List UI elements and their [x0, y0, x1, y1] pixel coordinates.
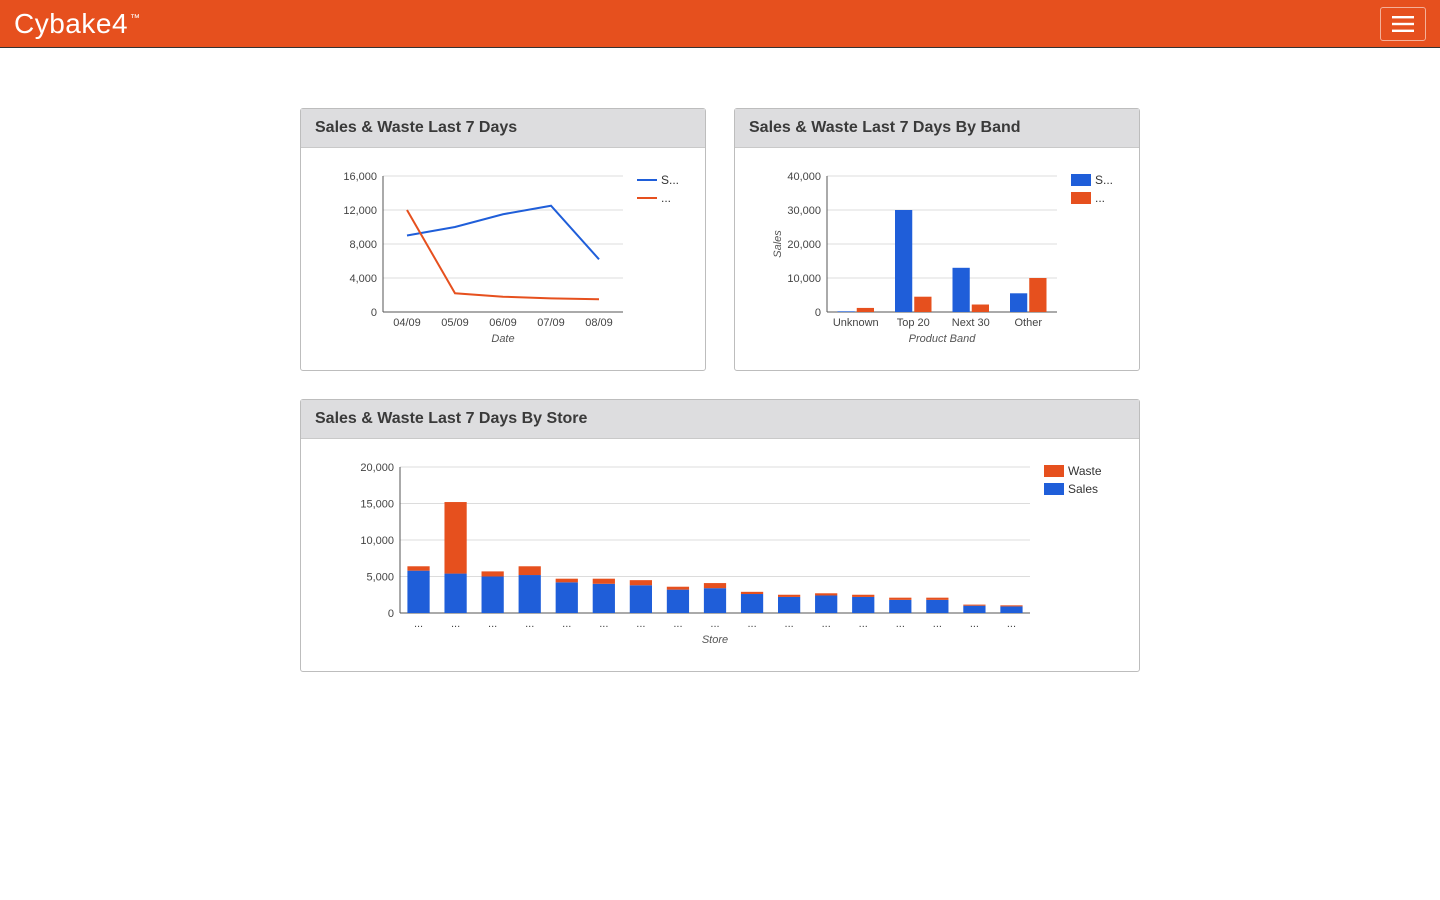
dashboard-grid: Sales & Waste Last 7 Days 0 4,000 8,000 12,… — [300, 108, 1140, 672]
brand-tm: ™ — [130, 13, 141, 24]
svg-text:07/09: 07/09 — [537, 317, 565, 329]
panel-store: Sales & Waste Last 7 Days By Store 0 5,00… — [300, 399, 1140, 672]
svg-text:30,000: 30,000 — [787, 205, 821, 217]
svg-text:0: 0 — [371, 307, 377, 319]
svg-text:12,000: 12,000 — [343, 205, 377, 217]
svg-text:...: ... — [859, 618, 868, 630]
panel-trend: Sales & Waste Last 7 Days 0 4,000 8,000 12,… — [300, 108, 706, 371]
svg-text:4,000: 4,000 — [349, 273, 377, 285]
svg-text:S...: S... — [661, 173, 679, 187]
svg-text:...: ... — [414, 618, 423, 630]
panel-trend-body: 0 4,000 8,000 12,000 16,000 04/09 05/09 06/09 07… — [301, 148, 705, 370]
svg-text:S...: S... — [1095, 173, 1113, 187]
page-content: Sales & Waste Last 7 Days 0 4,000 8,000 12,… — [0, 48, 1440, 712]
svg-text:20,000: 20,000 — [360, 462, 394, 474]
svg-text:...: ... — [1095, 191, 1105, 205]
panel-band-title: Sales & Waste Last 7 Days By Band — [735, 109, 1139, 148]
svg-text:...: ... — [970, 618, 979, 630]
svg-text:Other: Other — [1014, 317, 1042, 329]
svg-text:06/09: 06/09 — [489, 317, 517, 329]
svg-text:15,000: 15,000 — [360, 499, 394, 511]
svg-text:40,000: 40,000 — [787, 171, 821, 183]
chart-band: 0 10,000 20,000 30,000 40,000 Unknown Top 20 Ne… — [747, 162, 1127, 352]
panel-trend-title: Sales & Waste Last 7 Days — [301, 109, 705, 148]
svg-text:10,000: 10,000 — [360, 535, 394, 547]
svg-text:16,000: 16,000 — [343, 171, 377, 183]
panel-store-title: Sales & Waste Last 7 Days By Store — [301, 400, 1139, 439]
hamburger-icon — [1392, 16, 1414, 32]
svg-text:...: ... — [562, 618, 571, 630]
svg-text:...: ... — [933, 618, 942, 630]
brand-logo: Cybake4 ™ — [14, 8, 141, 40]
svg-text:...: ... — [747, 618, 756, 630]
svg-text:Product Band: Product Band — [909, 333, 977, 345]
panel-store-body: 0 5,000 10,000 15,000 20,000................… — [301, 439, 1139, 671]
svg-text:...: ... — [822, 618, 831, 630]
svg-text:05/09: 05/09 — [441, 317, 469, 329]
panel-band-body: 0 10,000 20,000 30,000 40,000 Unknown Top 20 Ne… — [735, 148, 1139, 370]
chart-trend: 0 4,000 8,000 12,000 16,000 04/09 05/09 06/09 07… — [313, 162, 693, 352]
brand-name: Cybake4 — [14, 8, 128, 40]
svg-text:5,000: 5,000 — [366, 572, 394, 584]
svg-text:...: ... — [599, 618, 608, 630]
panel-band: Sales & Waste Last 7 Days By Band 0 10,00… — [734, 108, 1140, 371]
svg-text:...: ... — [525, 618, 534, 630]
svg-text:Sales: Sales — [1068, 482, 1098, 496]
svg-text:Sales: Sales — [772, 230, 784, 258]
svg-text:...: ... — [673, 618, 682, 630]
svg-text:Top 20: Top 20 — [897, 317, 930, 329]
svg-text:04/09: 04/09 — [393, 317, 421, 329]
svg-text:8,000: 8,000 — [349, 239, 377, 251]
svg-text:Store: Store — [702, 634, 728, 646]
svg-text:...: ... — [488, 618, 497, 630]
svg-text:0: 0 — [388, 608, 394, 620]
menu-button[interactable] — [1380, 7, 1426, 41]
svg-text:...: ... — [636, 618, 645, 630]
svg-text:...: ... — [661, 191, 671, 205]
svg-text:...: ... — [710, 618, 719, 630]
svg-text:...: ... — [785, 618, 794, 630]
svg-text:20,000: 20,000 — [787, 239, 821, 251]
svg-text:Unknown: Unknown — [833, 317, 879, 329]
svg-text:...: ... — [896, 618, 905, 630]
svg-text:0: 0 — [815, 307, 821, 319]
svg-text:10,000: 10,000 — [787, 273, 821, 285]
svg-text:08/09: 08/09 — [585, 317, 613, 329]
svg-text:Next 30: Next 30 — [952, 317, 990, 329]
app-header: Cybake4 ™ — [0, 0, 1440, 48]
svg-text:...: ... — [451, 618, 460, 630]
svg-text:...: ... — [1007, 618, 1016, 630]
chart-store: 0 5,000 10,000 15,000 20,000................… — [320, 453, 1120, 653]
svg-text:Waste: Waste — [1068, 464, 1102, 478]
svg-text:Date: Date — [491, 333, 514, 345]
